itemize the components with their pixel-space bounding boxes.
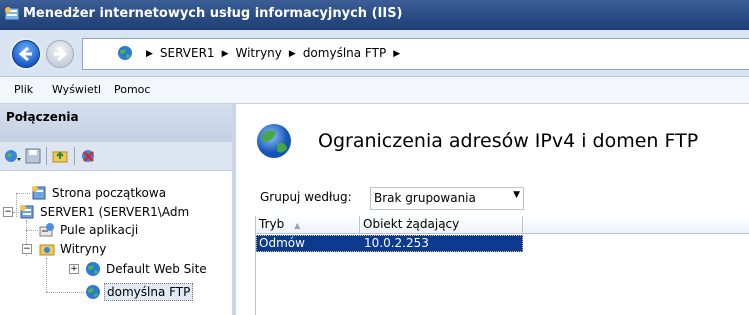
- up-folder-icon[interactable]: [52, 148, 68, 164]
- server-icon: [20, 205, 34, 219]
- breadcrumb-ftp-site[interactable]: domyślna FTP: [303, 46, 386, 60]
- breadcrumb: ▶ SERVER1 ▶ Witryny ▶ domyślna FTP ▶: [139, 46, 407, 60]
- page-title: Ograniczenia adresów IPv4 i domen FTP: [318, 130, 699, 152]
- cell-requester: 10.0.2.253: [364, 236, 429, 250]
- connections-toolbar: [0, 142, 232, 171]
- navigation-bar: ▶ SERVER1 ▶ Witryny ▶ domyślna FTP ▶: [0, 30, 749, 77]
- globe-icon: [86, 262, 100, 276]
- title-bar: Menedżer internetowych usług informacyjn…: [0, 0, 749, 30]
- window-title: Menedżer internetowych usług informacyjn…: [23, 6, 403, 21]
- restrictions-list: Tryb ▲ Obiekt żądający Odmów 10.0.2.253: [255, 216, 749, 315]
- sites-folder-icon: [39, 244, 55, 256]
- tree-label: SERVER1 (SERVER1\Adm: [40, 205, 190, 219]
- globe-icon: [86, 285, 100, 299]
- chevron-right-icon: ▶: [146, 49, 153, 59]
- iis-app-icon: [4, 7, 20, 21]
- address-bar[interactable]: ▶ SERVER1 ▶ Witryny ▶ domyślna FTP ▶: [82, 38, 749, 70]
- arrow-left-icon: [18, 46, 32, 62]
- tree-label: Default Web Site: [106, 262, 207, 276]
- chevron-right-icon: ▶: [288, 49, 296, 59]
- group-by-bar: Grupuj według: Brak grupowania ▼: [255, 184, 749, 212]
- menu-help[interactable]: Pomoc: [114, 83, 150, 96]
- breadcrumb-sites[interactable]: Witryny: [236, 46, 282, 60]
- column-header-mode[interactable]: Tryb ▲: [256, 216, 360, 233]
- chevron-right-icon[interactable]: ▶: [393, 49, 400, 59]
- group-by-select[interactable]: Brak grupowania ▼: [370, 187, 524, 210]
- column-header-requester[interactable]: Obiekt żądający: [360, 216, 523, 233]
- arrow-right-icon: [54, 46, 68, 62]
- expand-icon[interactable]: +: [69, 264, 79, 274]
- collapse-icon[interactable]: −: [3, 207, 13, 217]
- disconnect-icon[interactable]: [80, 148, 98, 164]
- connect-icon[interactable]: [4, 148, 22, 164]
- save-icon[interactable]: [25, 148, 41, 164]
- table-row[interactable]: Odmów 10.0.2.253: [256, 235, 523, 252]
- home-server-icon: [32, 186, 46, 200]
- tree-label: Witryny: [60, 242, 107, 256]
- breadcrumb-server[interactable]: SERVER1: [160, 46, 215, 60]
- menu-file[interactable]: Plik: [14, 83, 33, 96]
- menu-bar: Plik Wyświetl Pomoc: [0, 77, 749, 104]
- app-pool-icon: [39, 223, 54, 237]
- ftp-ip-restrictions-icon: [257, 124, 291, 158]
- sort-ascending-icon: ▲: [294, 221, 301, 230]
- toolbar-separator: [74, 147, 75, 165]
- cell-mode: Odmów: [259, 236, 305, 250]
- group-by-label: Grupuj według:: [260, 190, 352, 204]
- tree-label: domyślna FTP: [104, 283, 194, 301]
- collapse-icon[interactable]: −: [22, 244, 32, 254]
- group-by-value: Brak grupowania: [374, 191, 476, 205]
- chevron-right-icon: ▶: [221, 49, 229, 59]
- menu-view[interactable]: Wyświetl: [52, 83, 101, 96]
- forward-button[interactable]: [46, 40, 74, 68]
- globe-icon: [118, 46, 132, 60]
- connections-title: Połączenia: [6, 110, 79, 124]
- list-header: Tryb ▲ Obiekt żądający: [256, 216, 749, 234]
- back-button[interactable]: [12, 40, 40, 68]
- dropdown-arrow-icon: ▼: [513, 190, 520, 200]
- connections-header: Połączenia: [0, 104, 232, 142]
- toolbar-separator: [46, 147, 47, 165]
- tree-label: Pule aplikacji: [60, 223, 139, 237]
- tree-label: Strona początkowa: [52, 186, 167, 200]
